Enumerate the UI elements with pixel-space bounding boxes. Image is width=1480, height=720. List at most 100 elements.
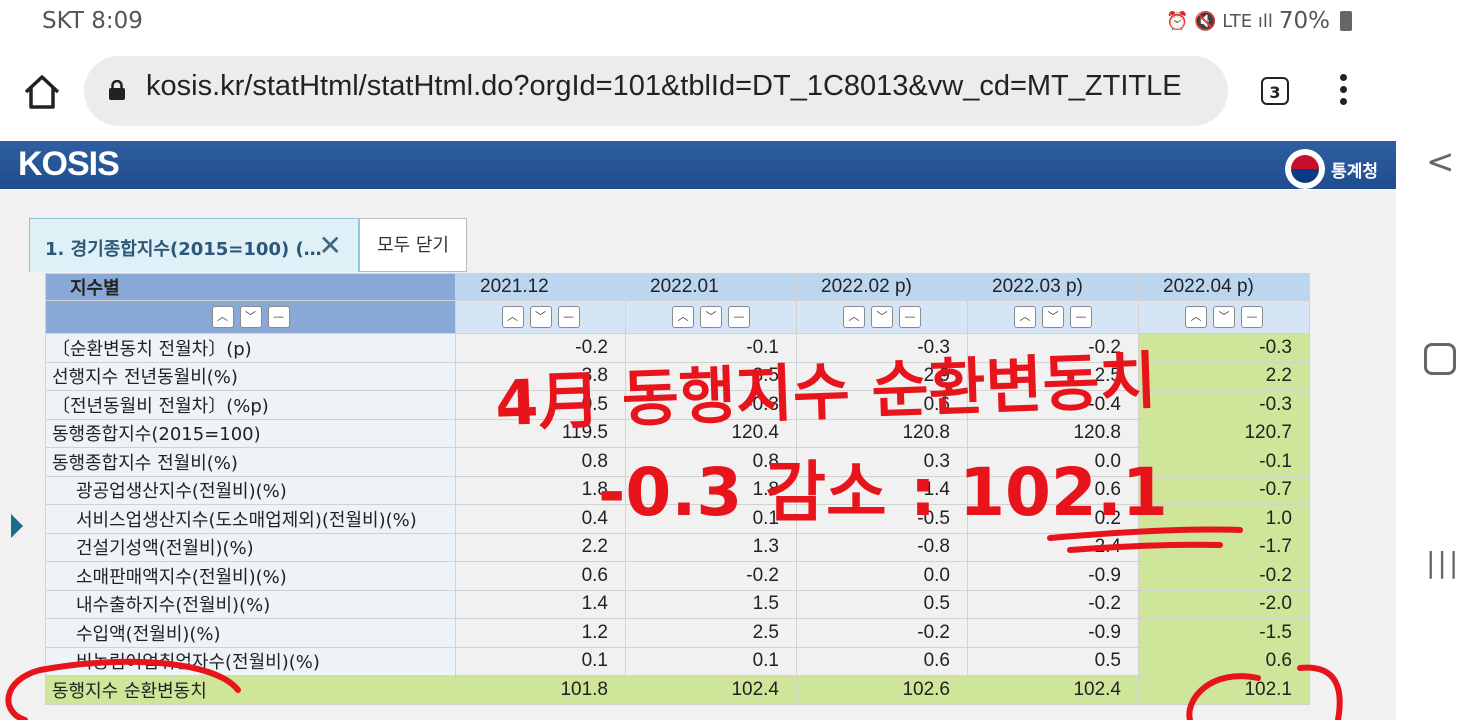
table-row: 비농림어업취업자수(전월비)(%) 0.1 0.1 0.6 0.5 0.6 bbox=[45, 646, 1310, 676]
column-sort-controls: ︿ ﹀ — bbox=[967, 300, 1139, 334]
sort-down-icon[interactable]: ﹀ bbox=[239, 306, 262, 328]
tab-switcher-button[interactable]: 3 bbox=[1261, 77, 1289, 105]
row-label[interactable]: 광공업생산지수(전월비)(%) bbox=[45, 475, 456, 505]
row-label[interactable]: 비농림어업취업자수(전월비)(%) bbox=[45, 646, 456, 676]
row-label[interactable]: 선행지수 전년동월비(%) bbox=[45, 361, 456, 391]
sort-down-icon[interactable]: ﹀ bbox=[529, 306, 552, 328]
header-row: 지수별 2021.12 2022.01 2022.02 p) 2022.03 p… bbox=[45, 273, 1310, 301]
table-cell: 120.8 bbox=[967, 418, 1139, 448]
sort-up-icon[interactable]: ︿ bbox=[1014, 306, 1036, 328]
column-sort-controls: ︿ ﹀ — bbox=[625, 300, 797, 334]
column-header[interactable]: 2022.03 p) bbox=[967, 273, 1139, 301]
table-cell: 0.6 bbox=[796, 646, 968, 676]
table-cell: -0.3 bbox=[796, 333, 968, 363]
sort-down-icon[interactable]: ﹀ bbox=[871, 306, 893, 328]
row-label[interactable]: 소매판매액지수(전월비)(%) bbox=[45, 561, 456, 591]
table-cell: 0.1 bbox=[625, 646, 797, 676]
table-cell: -0.1 bbox=[1138, 447, 1310, 477]
sort-up-icon[interactable]: ︿ bbox=[1185, 306, 1207, 328]
row-label[interactable]: 수입액(전월비)(%) bbox=[45, 618, 456, 648]
table-cell: 120.4 bbox=[625, 418, 797, 448]
table-row: 동행종합지수 전월비(%) 0.8 0.8 0.3 0.0 -0.1 bbox=[45, 447, 1310, 477]
row-label[interactable]: 동행종합지수(2015=100) bbox=[45, 418, 456, 448]
status-icons: ⏰ 🔇 LTE ıll 70% bbox=[1166, 8, 1352, 34]
home-icon[interactable] bbox=[22, 72, 62, 112]
table-row: 건설기성액(전월비)(%) 2.2 1.3 -0.8 -2.4 -1.7 bbox=[45, 532, 1310, 562]
close-all-button[interactable]: 모두 닫기 bbox=[359, 218, 467, 272]
row-label[interactable]: 동행종합지수 전월비(%) bbox=[45, 447, 456, 477]
column-header[interactable]: 2022.02 p) bbox=[796, 273, 968, 301]
table-cell: 1.2 bbox=[455, 618, 626, 648]
sort-down-icon[interactable]: ﹀ bbox=[700, 306, 722, 328]
table-cell: 0.0 bbox=[796, 561, 968, 591]
battery-icon bbox=[1340, 11, 1352, 31]
table-row: 소매판매액지수(전월비)(%) 0.6 -0.2 0.0 -0.9 -0.2 bbox=[45, 561, 1310, 591]
table-cell: 101.8 bbox=[455, 675, 626, 705]
table-cell: 0.6 bbox=[796, 390, 968, 420]
table-cell: 0.6 bbox=[455, 561, 626, 591]
row-label[interactable]: 건설기성액(전월비)(%) bbox=[45, 532, 456, 562]
table-cell: -0.5 bbox=[455, 390, 626, 420]
remove-icon[interactable]: — bbox=[1070, 306, 1092, 328]
remove-icon[interactable]: — bbox=[728, 306, 750, 328]
column-sort-controls: ︿ ﹀ — bbox=[796, 300, 968, 334]
table-cell: -1.5 bbox=[1138, 618, 1310, 648]
remove-icon[interactable]: — bbox=[557, 306, 580, 328]
table-cell: -0.9 bbox=[967, 618, 1139, 648]
table-cell: 0.5 bbox=[796, 589, 968, 619]
remove-icon[interactable]: — bbox=[1241, 306, 1263, 328]
column-header[interactable]: 2021.12 bbox=[455, 273, 626, 301]
table-cell: 1.0 bbox=[1138, 504, 1310, 534]
remove-icon[interactable]: — bbox=[899, 306, 921, 328]
agency-name: 통계청 bbox=[1331, 161, 1378, 182]
table-cell: -0.3 bbox=[625, 390, 797, 420]
row-label[interactable]: 내수출하지수(전월비)(%) bbox=[45, 589, 456, 619]
home-button-icon[interactable] bbox=[1424, 343, 1456, 375]
column-header[interactable]: 2022.04 p) bbox=[1138, 273, 1310, 301]
side-panel-toggle-icon[interactable] bbox=[11, 514, 23, 538]
sort-up-icon[interactable]: ︿ bbox=[211, 306, 234, 328]
row-label[interactable]: 서비스업생산지수(도소매업제외)(전월비)(%) bbox=[45, 504, 456, 534]
back-icon[interactable]: < bbox=[1426, 142, 1455, 182]
table-cell: 2.5 bbox=[967, 361, 1139, 391]
row-label[interactable]: 〔전년동월비 전월차〕(%p) bbox=[45, 390, 456, 420]
url-bar[interactable]: kosis.kr/statHtml/statHtml.do?orgId=101&… bbox=[84, 56, 1228, 126]
table-cell: 102.4 bbox=[625, 675, 797, 705]
table-row: 동행종합지수(2015=100) 119.5 120.4 120.8 120.8 120.… bbox=[45, 418, 1310, 448]
table-cell: -0.2 bbox=[967, 333, 1139, 363]
row-label[interactable]: 〔순환변동치 전월차〕(p) bbox=[45, 333, 456, 363]
sort-down-icon[interactable]: ﹀ bbox=[1213, 306, 1235, 328]
table-cell: 0.8 bbox=[455, 447, 626, 477]
sort-up-icon[interactable]: ︿ bbox=[843, 306, 865, 328]
table-cell: 1.4 bbox=[455, 589, 626, 619]
remove-icon[interactable]: — bbox=[267, 306, 290, 328]
stats-table: 지수별 2021.12 2022.01 2022.02 p) 2022.03 p… bbox=[45, 273, 1310, 705]
table-cell: 120.7 bbox=[1138, 418, 1310, 448]
table-cell: -0.1 bbox=[625, 333, 797, 363]
tab-active-table[interactable]: 1. 경기종합지수(2015=100) (… ✕ bbox=[29, 218, 359, 272]
sort-up-icon[interactable]: ︿ bbox=[672, 306, 694, 328]
row-label[interactable]: 동행지수 순환변동치 bbox=[45, 675, 456, 705]
recent-apps-icon[interactable]: ||| bbox=[1426, 546, 1460, 579]
carrier-time: SKT 8:09 bbox=[42, 8, 143, 34]
table-cell: 0.1 bbox=[625, 504, 797, 534]
sort-up-icon[interactable]: ︿ bbox=[501, 306, 524, 328]
column-header[interactable]: 2022.01 bbox=[625, 273, 797, 301]
table-row: 〔전년동월비 전월차〕(%p) -0.5 -0.3 0.6 -0.4 -0.3 bbox=[45, 390, 1310, 420]
lock-icon bbox=[109, 80, 125, 100]
corner-header: 지수별 bbox=[45, 273, 456, 301]
row-sort-controls: ︿ ﹀ — bbox=[45, 300, 456, 334]
more-options-icon[interactable] bbox=[1340, 74, 1352, 110]
table-cell: -0.4 bbox=[967, 390, 1139, 420]
url-text[interactable]: kosis.kr/statHtml/statHtml.do?orgId=101&… bbox=[146, 70, 1182, 103]
kosis-logo[interactable]: KOSIS bbox=[18, 145, 120, 184]
close-tab-icon[interactable]: ✕ bbox=[319, 229, 342, 262]
table-cell: 1.5 bbox=[625, 589, 797, 619]
agency-badge[interactable]: 통계청 bbox=[1285, 149, 1378, 189]
table-cell: 1.8 bbox=[625, 475, 797, 505]
table-cell: -0.9 bbox=[967, 561, 1139, 591]
table-cell: 0.8 bbox=[625, 447, 797, 477]
column-sort-controls: ︿ ﹀ — bbox=[1138, 300, 1310, 334]
sort-down-icon[interactable]: ﹀ bbox=[1042, 306, 1064, 328]
table-cell: 1.4 bbox=[796, 475, 968, 505]
